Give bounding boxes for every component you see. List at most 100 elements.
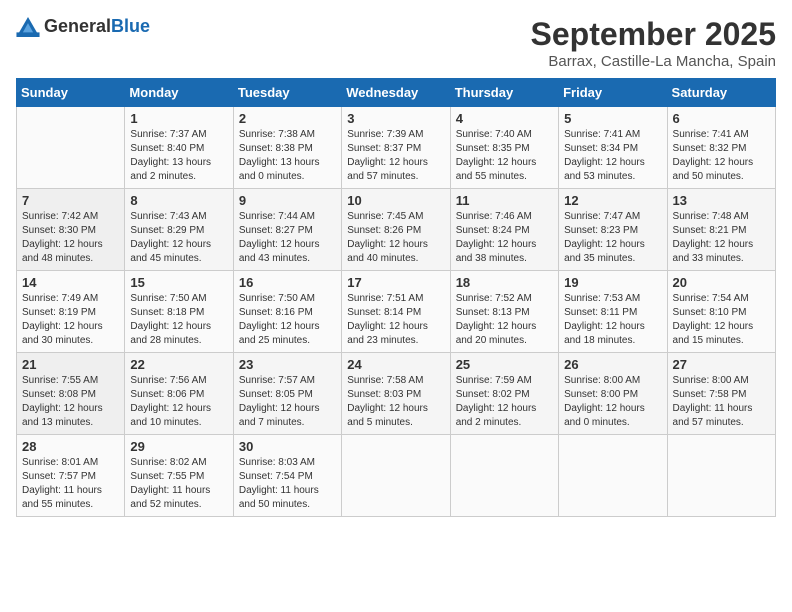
day-number: 5 xyxy=(564,111,661,126)
day-info: Sunrise: 7:50 AMSunset: 8:16 PMDaylight:… xyxy=(239,292,336,348)
day-number: 30 xyxy=(239,439,336,454)
day-cell: 22Sunrise: 7:56 AMSunset: 8:06 PMDayligh… xyxy=(125,353,233,435)
day-number: 27 xyxy=(673,357,770,372)
week-row-4: 28 Sunrise: 8:01 AMSunset: 7:57 PMDayligh… xyxy=(17,435,776,517)
day-number: 1 xyxy=(130,111,227,126)
day-number: 28 xyxy=(22,439,119,454)
month-title: September 2025 xyxy=(531,16,776,53)
day-number: 17 xyxy=(347,275,444,290)
day-info: Sunrise: 7:53 AMSunset: 8:11 PMDaylight:… xyxy=(564,292,661,348)
day-info: Sunrise: 7:48 AMSunset: 8:21 PMDaylight:… xyxy=(673,210,770,266)
day-info: Sunrise: 8:01 AMSunset: 7:57 PMDaylight:… xyxy=(22,456,119,512)
day-cell: 23 Sunrise: 7:57 AMSunset: 8:05 PMDayligh… xyxy=(233,353,341,435)
day-cell: 19 Sunrise: 7:53 AMSunset: 8:11 PMDayligh… xyxy=(559,271,667,353)
header-row: Sunday Monday Tuesday Wednesday Thursday… xyxy=(17,79,776,107)
day-cell: 16 Sunrise: 7:50 AMSunset: 8:16 PMDayligh… xyxy=(233,271,341,353)
week-row-0: 1 Sunrise: 7:37 AMSunset: 8:40 PMDaylight… xyxy=(17,107,776,189)
day-number: 15 xyxy=(130,275,227,290)
day-cell: 6Sunrise: 7:41 AMSunset: 8:32 PMDaylight… xyxy=(667,107,775,189)
day-number: 16 xyxy=(239,275,336,290)
day-number: 22 xyxy=(130,357,227,372)
day-cell: 3 Sunrise: 7:39 AMSunset: 8:37 PMDaylight… xyxy=(342,107,450,189)
location: Barrax, Castille-La Mancha, Spain xyxy=(531,53,776,70)
day-cell: 5 Sunrise: 7:41 AMSunset: 8:34 PMDaylight… xyxy=(559,107,667,189)
header-friday: Friday xyxy=(559,79,667,107)
day-info: Sunrise: 7:57 AMSunset: 8:05 PMDaylight:… xyxy=(239,374,336,430)
day-number: 3 xyxy=(347,111,444,126)
header-saturday: Saturday xyxy=(667,79,775,107)
logo-icon xyxy=(16,17,40,37)
header-sunday: Sunday xyxy=(17,79,125,107)
day-number: 26 xyxy=(564,357,661,372)
day-info: Sunrise: 7:43 AMSunset: 8:29 PMDaylight:… xyxy=(130,210,227,266)
day-info: Sunrise: 7:59 AMSunset: 8:02 PMDaylight:… xyxy=(456,374,553,430)
day-cell: 28 Sunrise: 8:01 AMSunset: 7:57 PMDayligh… xyxy=(17,435,125,517)
day-cell xyxy=(17,107,125,189)
day-info: Sunrise: 7:38 AMSunset: 8:38 PMDaylight:… xyxy=(239,128,336,184)
day-info: Sunrise: 7:37 AMSunset: 8:40 PMDaylight:… xyxy=(130,128,227,184)
day-number: 11 xyxy=(456,193,553,208)
day-cell: 30 Sunrise: 8:03 AMSunset: 7:54 PMDayligh… xyxy=(233,435,341,517)
day-number: 12 xyxy=(564,193,661,208)
day-info: Sunrise: 8:00 AMSunset: 7:58 PMDaylight:… xyxy=(673,374,770,430)
day-cell: 18Sunrise: 7:52 AMSunset: 8:13 PMDayligh… xyxy=(450,271,558,353)
day-number: 25 xyxy=(456,357,553,372)
day-number: 24 xyxy=(347,357,444,372)
day-cell: 12 Sunrise: 7:47 AMSunset: 8:23 PMDayligh… xyxy=(559,189,667,271)
day-cell: 26 Sunrise: 8:00 AMSunset: 8:00 PMDayligh… xyxy=(559,353,667,435)
day-number: 29 xyxy=(130,439,227,454)
day-cell: 29 Sunrise: 8:02 AMSunset: 7:55 PMDayligh… xyxy=(125,435,233,517)
logo-text-blue: Blue xyxy=(111,16,150,36)
day-number: 20 xyxy=(673,275,770,290)
day-number: 18 xyxy=(456,275,553,290)
day-info: Sunrise: 8:00 AMSunset: 8:00 PMDaylight:… xyxy=(564,374,661,430)
day-cell: 8 Sunrise: 7:43 AMSunset: 8:29 PMDaylight… xyxy=(125,189,233,271)
day-number: 21 xyxy=(22,357,119,372)
day-cell: 24 Sunrise: 7:58 AMSunset: 8:03 PMDayligh… xyxy=(342,353,450,435)
day-cell: 4Sunrise: 7:40 AMSunset: 8:35 PMDaylight… xyxy=(450,107,558,189)
day-info: Sunrise: 8:03 AMSunset: 7:54 PMDaylight:… xyxy=(239,456,336,512)
logo: GeneralBlue xyxy=(16,16,150,37)
day-info: Sunrise: 7:54 AMSunset: 8:10 PMDaylight:… xyxy=(673,292,770,348)
title-block: September 2025 Barrax, Castille-La Manch… xyxy=(531,16,776,70)
day-number: 23 xyxy=(239,357,336,372)
day-cell: 25 Sunrise: 7:59 AMSunset: 8:02 PMDayligh… xyxy=(450,353,558,435)
header-thursday: Thursday xyxy=(450,79,558,107)
day-info: Sunrise: 7:40 AMSunset: 8:35 PMDaylight:… xyxy=(456,128,553,184)
day-info: Sunrise: 7:39 AMSunset: 8:37 PMDaylight:… xyxy=(347,128,444,184)
day-info: Sunrise: 7:41 AMSunset: 8:34 PMDaylight:… xyxy=(564,128,661,184)
day-number: 8 xyxy=(130,193,227,208)
week-row-1: 7Sunrise: 7:42 AMSunset: 8:30 PMDaylight… xyxy=(17,189,776,271)
week-row-3: 21Sunrise: 7:55 AMSunset: 8:08 PMDayligh… xyxy=(17,353,776,435)
day-cell: 17 Sunrise: 7:51 AMSunset: 8:14 PMDayligh… xyxy=(342,271,450,353)
day-number: 19 xyxy=(564,275,661,290)
day-cell: 13 Sunrise: 7:48 AMSunset: 8:21 PMDayligh… xyxy=(667,189,775,271)
day-cell: 2 Sunrise: 7:38 AMSunset: 8:38 PMDaylight… xyxy=(233,107,341,189)
logo-text-general: General xyxy=(44,16,111,36)
day-number: 10 xyxy=(347,193,444,208)
day-info: Sunrise: 8:02 AMSunset: 7:55 PMDaylight:… xyxy=(130,456,227,512)
day-cell: 9Sunrise: 7:44 AMSunset: 8:27 PMDaylight… xyxy=(233,189,341,271)
day-info: Sunrise: 7:42 AMSunset: 8:30 PMDaylight:… xyxy=(22,210,119,266)
day-number: 13 xyxy=(673,193,770,208)
day-cell: 21Sunrise: 7:55 AMSunset: 8:08 PMDayligh… xyxy=(17,353,125,435)
day-cell: 11Sunrise: 7:46 AMSunset: 8:24 PMDayligh… xyxy=(450,189,558,271)
day-number: 2 xyxy=(239,111,336,126)
week-row-2: 14Sunrise: 7:49 AMSunset: 8:19 PMDayligh… xyxy=(17,271,776,353)
day-cell: 20 Sunrise: 7:54 AMSunset: 8:10 PMDayligh… xyxy=(667,271,775,353)
day-info: Sunrise: 7:41 AMSunset: 8:32 PMDaylight:… xyxy=(673,128,770,184)
calendar-table: Sunday Monday Tuesday Wednesday Thursday… xyxy=(16,78,776,517)
day-cell: 15 Sunrise: 7:50 AMSunset: 8:18 PMDayligh… xyxy=(125,271,233,353)
day-cell xyxy=(450,435,558,517)
day-info: Sunrise: 7:50 AMSunset: 8:18 PMDaylight:… xyxy=(130,292,227,348)
header-tuesday: Tuesday xyxy=(233,79,341,107)
page-header: GeneralBlue September 2025 Barrax, Casti… xyxy=(16,16,776,70)
day-info: Sunrise: 7:51 AMSunset: 8:14 PMDaylight:… xyxy=(347,292,444,348)
day-cell: 10Sunrise: 7:45 AMSunset: 8:26 PMDayligh… xyxy=(342,189,450,271)
day-cell: 14Sunrise: 7:49 AMSunset: 8:19 PMDayligh… xyxy=(17,271,125,353)
day-info: Sunrise: 7:58 AMSunset: 8:03 PMDaylight:… xyxy=(347,374,444,430)
day-cell: 7Sunrise: 7:42 AMSunset: 8:30 PMDaylight… xyxy=(17,189,125,271)
day-info: Sunrise: 7:44 AMSunset: 8:27 PMDaylight:… xyxy=(239,210,336,266)
day-info: Sunrise: 7:47 AMSunset: 8:23 PMDaylight:… xyxy=(564,210,661,266)
header-wednesday: Wednesday xyxy=(342,79,450,107)
